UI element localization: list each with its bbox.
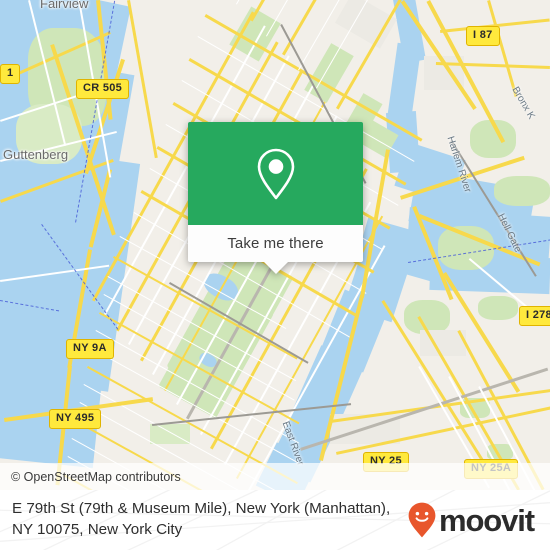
shield-route-i-278: I 278 xyxy=(519,306,550,326)
popup-image-panel xyxy=(188,122,363,225)
take-me-there-label: Take me there xyxy=(227,235,324,252)
shield-route-ny-495: NY 495 xyxy=(49,409,102,429)
place-label-fairview: Fairview xyxy=(40,0,89,11)
moovit-map-screenshot: Harlem River Bronx K Hell Gate East River F… xyxy=(0,0,550,550)
station-address: E 79th St (79th & Museum Mile), New York… xyxy=(12,500,391,538)
map-canvas[interactable]: Harlem River Bronx K Hell Gate East River F… xyxy=(0,0,550,490)
location-pin-icon xyxy=(257,148,294,199)
place-label-guttenberg: Guttenberg xyxy=(3,147,69,162)
moovit-logo[interactable]: moovit xyxy=(407,501,538,539)
shield-route-ny-9a: NY 9A xyxy=(66,339,114,359)
popup-pointer-tail xyxy=(263,262,288,274)
shield-route-cr-505: CR 505 xyxy=(76,79,130,99)
shield-route-i-87: I 87 xyxy=(466,26,500,46)
shield-route-1: 1 xyxy=(0,64,21,84)
openstreetmap-attribution[interactable]: © OpenStreetMap contributors xyxy=(0,470,181,484)
footer-bar: E 79th St (79th & Museum Mile), New York… xyxy=(0,490,550,550)
map-attribution-bar: © OpenStreetMap contributors xyxy=(0,463,550,490)
location-popup-card[interactable]: Take me there xyxy=(188,122,363,274)
moovit-smiley-pin-icon xyxy=(408,502,436,538)
footer-content: E 79th St (79th & Museum Mile), New York… xyxy=(0,490,550,550)
take-me-there-button[interactable]: Take me there xyxy=(188,225,363,262)
moovit-wordmark: moovit xyxy=(438,502,535,538)
